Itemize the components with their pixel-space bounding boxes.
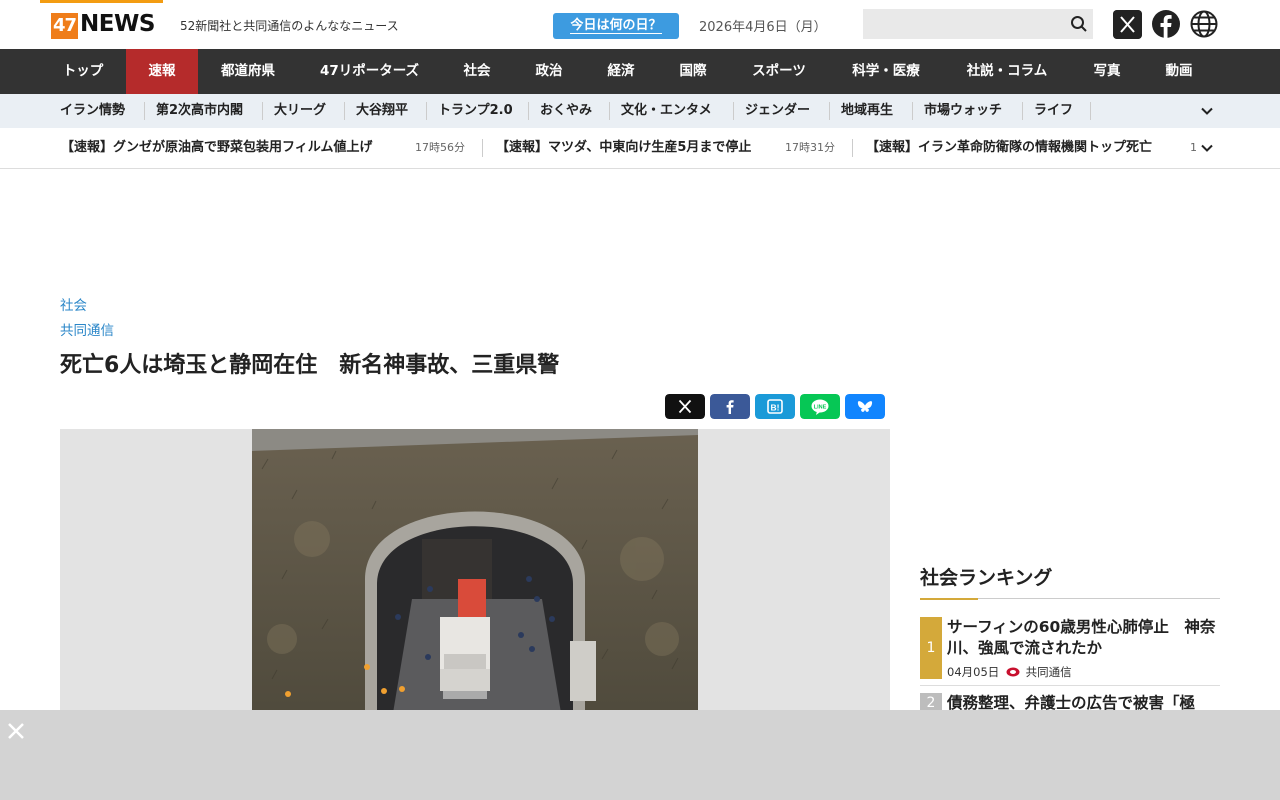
nav-item-international[interactable]: 国際 [657,49,729,94]
today-button-label: 今日は何の日？ [570,18,662,34]
article-category-link[interactable]: 社会 [60,294,87,314]
logo-word: NEWS [80,11,155,37]
kyodo-logo-icon [1006,667,1020,677]
line-share-button[interactable]: LINE [800,394,840,419]
today-in-history-button[interactable]: 今日は何の日？ [553,13,679,39]
nav-item-breaking[interactable]: 速報 [126,49,198,94]
facebook-share-button[interactable] [710,394,750,419]
ranking-number-1: 1 [920,617,942,679]
nav-item-science[interactable]: 科学・医療 [829,49,943,94]
topic-divider [262,102,263,120]
svg-text:LINE: LINE [814,404,827,410]
topic-item[interactable]: おくやみ [540,94,592,128]
topic-item[interactable]: 市場ウォッチ [924,94,1002,128]
ranking-item-date: 04月05日 [947,665,1000,679]
ticker-time: 1 [1190,141,1197,154]
x-icon[interactable] [1113,10,1142,39]
facebook-icon[interactable] [1152,10,1180,38]
chevron-down-icon[interactable] [1200,104,1214,118]
ranking-item-source: 共同通信 [1025,665,1072,679]
breaking-news-ticker: 【速報】グンゼが原油高で野菜包装用フィルム値上げ 17時56分 【速報】マツダ、… [0,128,1280,169]
logo-accent-bar [40,0,163,3]
topic-item[interactable]: 第2次高市内閣 [156,94,243,128]
ranking-divider [920,685,1220,686]
ranking-item-meta-1: 04月05日 共同通信 [947,664,1072,680]
ticker-headline[interactable]: 【速報】イラン革命防衛隊の情報機関トップ死亡 [866,128,1170,168]
topic-divider [829,102,830,120]
search-input[interactable] [863,9,1093,39]
topic-item[interactable]: 大谷翔平 [356,94,408,128]
close-icon[interactable] [6,721,26,741]
topic-divider [344,102,345,120]
site-header: 47 NEWS 52新聞社と共同通信のよんななニュース 今日は何の日？ 2026… [0,0,1280,49]
main-navigation: トップ 速報 都道府県 47リポーターズ 社会 政治 経済 国際 スポーツ 科学… [0,49,1280,94]
current-date: 2026年4月6日（月） [699,20,827,35]
topic-divider [912,102,913,120]
chevron-down-icon[interactable] [1200,141,1214,155]
nav-item-economy[interactable]: 経済 [585,49,657,94]
topic-item[interactable]: ジェンダー [745,94,810,128]
svg-text:B!: B! [771,403,780,413]
site-tagline: 52新聞社と共同通信のよんななニュース [180,19,399,33]
globe-icon[interactable] [1190,10,1218,38]
ticker-time: 17時56分 [415,141,465,154]
bottom-ad-overlay [0,710,1280,800]
article-title: 死亡6人は埼玉と静岡在住 新名神事故、三重県警 [60,353,560,378]
nav-item-politics[interactable]: 政治 [513,49,585,94]
topic-item[interactable]: 文化・エンタメ [621,94,712,128]
nav-item-photos[interactable]: 写真 [1071,49,1143,94]
topic-divider [144,102,145,120]
ticker-divider [852,139,853,157]
nav-item-top[interactable]: トップ [40,49,126,94]
topic-item[interactable]: ライフ [1034,94,1073,128]
ticker-time: 17時31分 [785,141,835,154]
topic-item[interactable]: トランプ2.0 [438,94,513,128]
ranking-accent-line [920,598,978,600]
topic-navigation: イラン情勢 第2次高市内閣 大リーグ 大谷翔平 トランプ2.0 おくやみ 文化・… [0,94,1280,128]
topic-divider [426,102,427,120]
ranking-title: 社会ランキング [920,567,1053,589]
topic-divider [1022,102,1023,120]
x-share-button[interactable] [665,394,705,419]
search-icon[interactable] [1070,15,1088,33]
nav-item-prefectures[interactable]: 都道府県 [198,49,298,94]
nav-item-sports[interactable]: スポーツ [729,49,829,94]
topic-divider [1090,102,1091,120]
site-logo[interactable]: 47 NEWS [40,0,163,49]
bluesky-share-button[interactable] [845,394,885,419]
topic-divider [733,102,734,120]
ticker-headline[interactable]: 【速報】マツダ、中東向け生産5月まで停止 [496,128,751,168]
logo-number: 47 [51,13,78,39]
article-source-link[interactable]: 共同通信 [60,319,114,339]
topic-item[interactable]: 地域再生 [841,94,893,128]
article-photo[interactable] [252,429,698,719]
ticker-headline[interactable]: 【速報】グンゼが原油高で野菜包装用フィルム値上げ [61,128,372,168]
nav-item-editorials[interactable]: 社説・コラム [943,49,1071,94]
topic-item[interactable]: 大リーグ [274,94,326,128]
ranking-item-title-1[interactable]: サーフィンの60歳男性心肺停止 神奈川、強風で流されたか [947,617,1219,659]
nav-item-videos[interactable]: 動画 [1143,49,1215,94]
topic-divider [528,102,529,120]
nav-item-society[interactable]: 社会 [441,49,513,94]
topic-divider [609,102,610,120]
ticker-divider [482,139,483,157]
nav-item-47reporters[interactable]: 47リポーターズ [298,49,441,94]
hatena-share-button[interactable]: B! [755,394,795,419]
topic-item[interactable]: イラン情勢 [60,94,125,128]
